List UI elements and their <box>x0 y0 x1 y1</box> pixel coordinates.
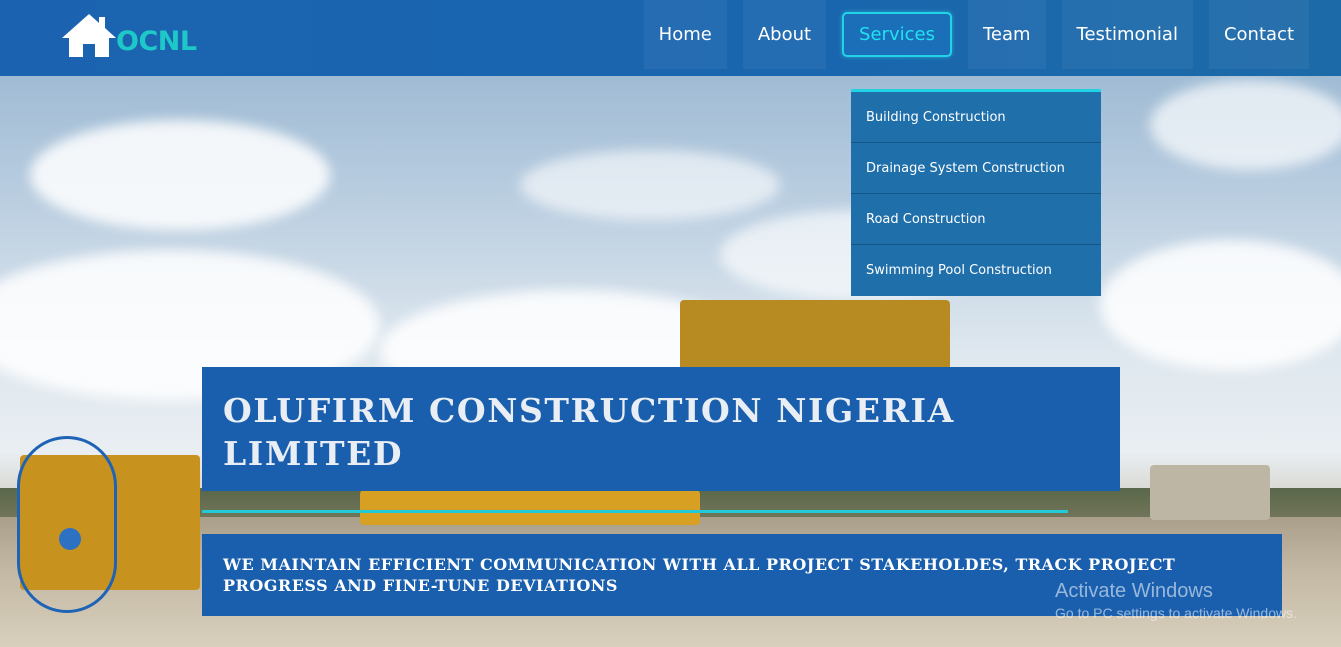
scroll-indicator-dot <box>59 528 81 550</box>
house-icon <box>60 12 118 58</box>
dropdown-item-building-construction[interactable]: Building Construction <box>851 92 1101 143</box>
hero-title: OLUFIRM CONSTRUCTION NIGERIA LIMITED <box>223 391 955 473</box>
site-header: OCNL Home About Services Team Testimonia… <box>0 0 1341 76</box>
nav-about[interactable]: About <box>742 0 827 69</box>
nav-testimonial[interactable]: Testimonial <box>1061 0 1193 69</box>
nav-contact[interactable]: Contact <box>1208 0 1309 69</box>
dropdown-item-swimming-pool-construction[interactable]: Swimming Pool Construction <box>851 245 1101 296</box>
dropdown-item-road-construction[interactable]: Road Construction <box>851 194 1101 245</box>
dropdown-item-drainage-system-construction[interactable]: Drainage System Construction <box>851 143 1101 194</box>
watermark-subtitle: Go to PC settings to activate Windows. <box>1055 605 1297 621</box>
main-nav: Home About Services Team Testimonial Con… <box>643 0 1309 70</box>
nav-services[interactable]: Services <box>842 0 952 69</box>
nav-services-label: Services <box>842 12 952 57</box>
hero-divider <box>202 510 1068 513</box>
nav-home[interactable]: Home <box>643 0 727 69</box>
windows-activation-watermark: Activate Windows Go to PC settings to ac… <box>1055 579 1297 622</box>
watermark-title: Activate Windows <box>1055 580 1213 602</box>
hero-title-box: OLUFIRM CONSTRUCTION NIGERIA LIMITED <box>202 367 1120 491</box>
scroll-indicator[interactable] <box>17 436 117 613</box>
logo-text: OCNL <box>116 26 197 57</box>
logo-link[interactable]: OCNL <box>60 8 197 58</box>
nav-team[interactable]: Team <box>967 0 1046 69</box>
services-dropdown: Building Construction Drainage System Co… <box>851 89 1101 296</box>
